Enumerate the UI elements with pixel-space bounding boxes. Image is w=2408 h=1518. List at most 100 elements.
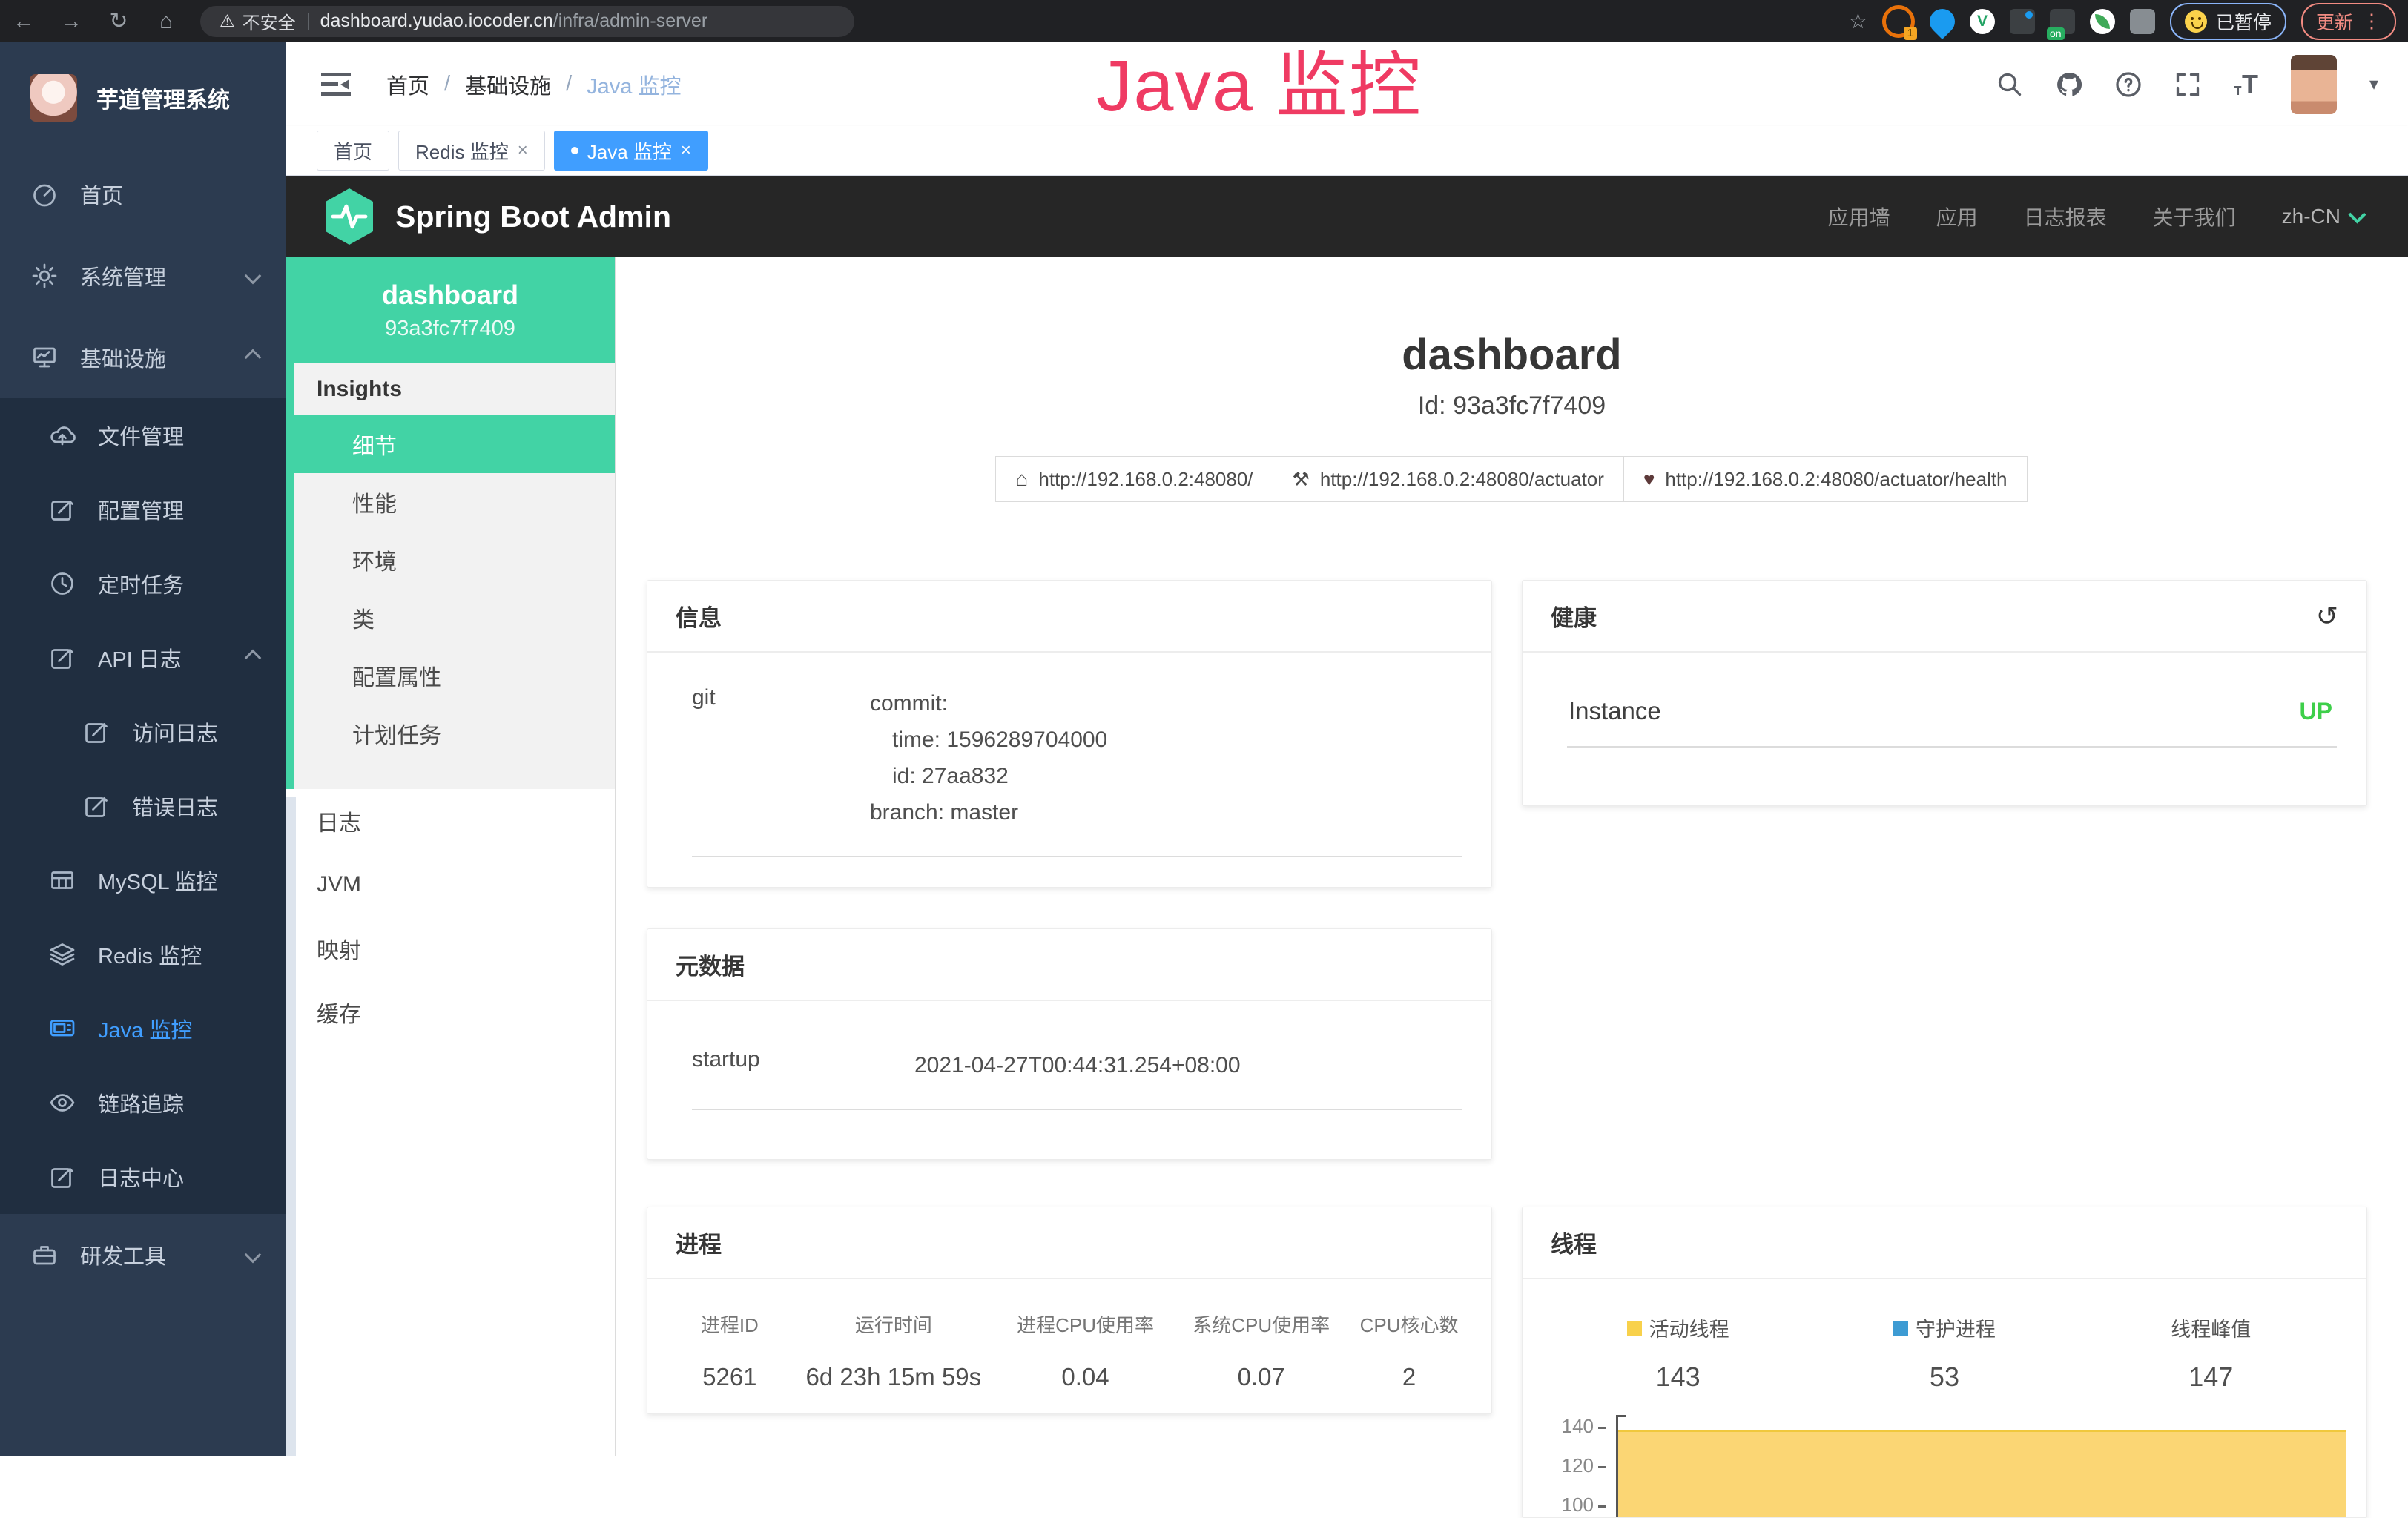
sba-nav-journal[interactable]: 日志报表 [2024, 202, 2107, 231]
avatar-caret-icon[interactable] [2369, 73, 2378, 95]
sba-item-classes[interactable]: 类 [294, 589, 615, 647]
insights-section-label[interactable]: Insights [294, 363, 615, 415]
sba-brand[interactable]: Spring Boot Admin [323, 187, 671, 246]
sidebar-item-java-monitor[interactable]: Java 监控 [0, 991, 286, 1066]
eye-icon [49, 1089, 76, 1116]
close-icon[interactable] [681, 140, 691, 161]
sba-sidebar: dashboard 93a3fc7f7409 Insights 细节 性能 环境… [286, 257, 616, 1456]
locale-selector[interactable]: zh-CN [2282, 205, 2364, 228]
search-icon[interactable] [1996, 71, 2023, 98]
switch-extension-icon[interactable]: on [2050, 9, 2075, 34]
sidebar-item-home[interactable]: 首页 [0, 154, 286, 235]
update-label: 更新 [2316, 8, 2353, 35]
sba-brand-title: Spring Boot Admin [395, 199, 671, 234]
grid-extension-icon[interactable] [2010, 9, 2035, 34]
sidebar-item-infra[interactable]: 基础设施 [0, 317, 286, 398]
threads-card-title: 线程 [1523, 1207, 2366, 1279]
on-badge: on [2047, 27, 2065, 40]
sidebar-collapse-icon[interactable] [321, 73, 351, 96]
blue-legend-swatch [1893, 1321, 1908, 1336]
sba-item-mappings[interactable]: 映射 [286, 917, 615, 980]
help-icon[interactable] [2115, 71, 2142, 98]
update-chrome-button[interactable]: 更新 [2301, 3, 2396, 40]
chevron-up-icon [245, 650, 262, 667]
info-value: commit: time: 1596289704000 id: 27aa832 … [870, 685, 1107, 831]
sidebar-item-redis-monitor[interactable]: Redis 监控 [0, 917, 286, 991]
sidebar-item-api-log[interactable]: API 日志 [0, 621, 286, 695]
threads-legend: 活动线程 143 守护进程 53 线程峰值 147 [1523, 1279, 2366, 1393]
paused-status-chip[interactable]: 已暂停 [2170, 3, 2286, 40]
url-path: /infra/admin-server [553, 10, 707, 31]
log-icon [49, 1164, 76, 1190]
sidebar-item-mysql-monitor[interactable]: MySQL 监控 [0, 843, 286, 917]
fullscreen-icon[interactable] [2174, 71, 2201, 98]
sidebar-item-system[interactable]: 系统管理 [0, 235, 286, 317]
sba-item-jvm[interactable]: JVM [286, 853, 615, 917]
health-card: 健康 Instance UP [1522, 580, 2367, 806]
tab-home[interactable]: 首页 [317, 131, 389, 171]
history-icon[interactable] [2316, 601, 2338, 632]
browser-reload-icon[interactable] [95, 0, 142, 42]
health-url-button[interactable]: http://192.168.0.2:48080/actuator/health [1623, 456, 2028, 502]
scrollbar[interactable] [286, 797, 296, 1456]
sba-item-caches[interactable]: 缓存 [286, 980, 615, 1044]
app-logo-row[interactable]: 芋道管理系统 [0, 42, 286, 154]
app-sidebar: 芋道管理系统 首页 系统管理 基础设施 文件管理 配置管理 定时任务 API 日… [0, 42, 286, 1456]
sidebar-item-file-manage[interactable]: 文件管理 [0, 398, 286, 472]
browser-back-icon[interactable] [0, 0, 47, 42]
menu-dots-icon[interactable] [2362, 10, 2381, 33]
tab-redis-monitor[interactable]: Redis 监控 [398, 131, 545, 171]
tab-bar: 首页 Redis 监控 Java 监控 [286, 126, 2408, 176]
instance-url-group: http://192.168.0.2:48080/ http://192.168… [616, 456, 2408, 502]
sba-nav-applications[interactable]: 应用 [1936, 202, 1978, 231]
sba-item-config-props[interactable]: 配置属性 [294, 647, 615, 704]
edit-icon [49, 496, 76, 523]
sba-instance-id: 93a3fc7f7409 [385, 317, 515, 341]
sidebar-item-access-log[interactable]: 访问日志 [0, 695, 286, 769]
log-icon [83, 793, 110, 819]
breadcrumb-infra[interactable]: 基础设施 [465, 69, 551, 100]
pin-extension-icon[interactable] [1924, 3, 1960, 39]
github-icon[interactable] [2056, 71, 2082, 98]
sidebar-item-scheduled-jobs[interactable]: 定时任务 [0, 547, 286, 621]
insights-section: Insights 细节 性能 环境 类 配置属性 计划任务 [286, 363, 615, 789]
info-key: git [692, 685, 870, 831]
actuator-url-button[interactable]: http://192.168.0.2:48080/actuator [1273, 456, 1624, 502]
sidebar-item-config-manage[interactable]: 配置管理 [0, 472, 286, 547]
sba-item-metrics[interactable]: 性能 [294, 473, 615, 531]
bookmark-star-icon[interactable] [1849, 9, 1867, 33]
sidebar-item-error-log[interactable]: 错误日志 [0, 769, 286, 843]
legend-daemon-threads: 守护进程 53 [1811, 1313, 2077, 1393]
sidebar-item-log-center[interactable]: 日志中心 [0, 1140, 286, 1214]
sba-navbar: Spring Boot Admin 应用墙 应用 日志报表 关于我们 zh-CN [286, 176, 2408, 257]
user-avatar[interactable] [2291, 55, 2337, 114]
gear-icon [31, 263, 58, 289]
breadcrumb-home[interactable]: 首页 [386, 69, 429, 100]
extension-orange-icon[interactable]: 1 [1882, 5, 1915, 38]
font-size-icon[interactable]: тT [2234, 71, 2258, 98]
vue-devtools-icon[interactable]: V [1970, 9, 1995, 34]
extensions-puzzle-icon[interactable] [2130, 9, 2155, 34]
sba-item-scheduled-tasks[interactable]: 计划任务 [294, 704, 615, 762]
tab-java-monitor[interactable]: Java 监控 [554, 131, 708, 171]
sba-item-details[interactable]: 细节 [294, 415, 615, 473]
yellow-legend-swatch [1627, 1321, 1642, 1336]
sba-item-environment[interactable]: 环境 [294, 531, 615, 589]
browser-home-icon[interactable] [142, 0, 190, 42]
live-threads-area [1618, 1430, 2346, 1518]
browser-forward-icon[interactable] [47, 0, 95, 42]
sba-nav-wallboard[interactable]: 应用墙 [1828, 202, 1890, 231]
service-url-button[interactable]: http://192.168.0.2:48080/ [995, 456, 1273, 502]
metadata-card: 元数据 startup 2021-04-27T00:44:31.254+08:0… [647, 928, 1492, 1160]
breadcrumb-current: Java 监控 [587, 69, 681, 100]
sba-item-logs[interactable]: 日志 [286, 789, 615, 853]
sba-instance-header[interactable]: dashboard 93a3fc7f7409 [286, 257, 615, 363]
metadata-card-title: 元数据 [647, 929, 1491, 1001]
address-bar[interactable]: 不安全 dashboard.yudao.iocoder.cn/infra/adm… [200, 6, 854, 37]
leaf-extension-icon[interactable] [2090, 9, 2115, 34]
sidebar-item-tracing[interactable]: 链路追踪 [0, 1066, 286, 1140]
sba-nav-about[interactable]: 关于我们 [2153, 202, 2236, 231]
schedule-icon [49, 570, 76, 597]
close-icon[interactable] [518, 140, 528, 161]
sidebar-item-dev-tools[interactable]: 研发工具 [0, 1214, 286, 1296]
